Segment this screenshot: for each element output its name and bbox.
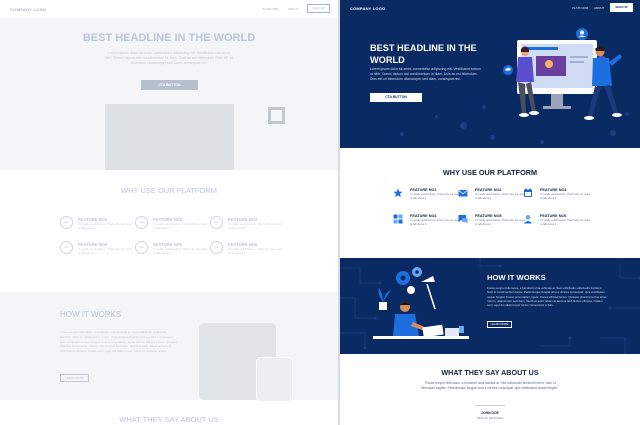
testimonial-author-name: JOHN DOE [481,411,499,415]
hifi-feature-title: FEATURE NO1 [410,188,437,192]
hifi-feature-4: FEATURE NO4 I'm really good feature. Tha… [393,214,463,234]
hifi-feature-5: FEATURE NO5 I'm really good feature. Tha… [458,214,528,234]
hifi-feature-title: FEATURE NO2 [475,188,502,192]
hifi-feature-title: FEATURE NO4 [410,214,437,218]
hifi-feature-desc: I'm really good feature. That's why we n… [410,193,460,200]
wireframe-feature-icon-placeholder: icon [60,241,73,254]
wireframe-how-heading: HOW IT WORKS [60,310,122,319]
hifi-feature-desc: I'm really good feature. That's why we n… [475,219,525,226]
wireframe-feature-6: icon FEATURE NO6 I'm really good feature… [210,241,305,263]
wireframe-feature-icon-placeholder: icon [135,241,148,254]
how-it-works-illustration [373,267,469,339]
wireframe-how-text: Fusce tempor felis lacus, a hendrerit ur… [60,330,178,354]
wireframe-testimonials-heading: WHAT THEY SAY ABOUT US [119,415,219,424]
wireframe-square-placeholder [268,107,285,124]
wireframe-feature-icon-placeholder: icon [60,216,73,229]
wireframe-feature-desc: I'm really good feature. That's why we n… [228,222,282,230]
grid-icon [393,214,403,224]
wireframe-hero-image-placeholder [105,104,234,170]
hifi-feature-desc: I'm really good feature. That's why we n… [410,219,460,226]
wireframe-feature-desc: I'm really good feature. That's why we n… [78,247,132,255]
hifi-feature-1: FEATURE NO1 I'm really good feature. Tha… [393,188,463,208]
wireframe-platform-heading: WHY USE OUR PLATFORM [121,186,217,195]
hifi-how-section: HOW IT WORKS Fusce tempor felis lacus, a… [340,258,640,354]
hifi-how-text: Fusce tempor felis lacus, a hendrerit ur… [487,286,607,308]
hifi-hero-headline-line1: BEST HEADLINE IN THE [370,43,477,53]
wireframe-how-section: HOW IT WORKS Fusce tempor felis lacus, a… [0,292,338,402]
testimonial-author-role: CEO OF GETCASH [476,416,504,420]
hifi-platform-heading: WHY USE OUR PLATFORM [442,168,538,177]
hifi-signup-button[interactable]: SIGN UP [610,3,633,12]
hifi-panel: COMPANY LOGO PLATFORM ABOUT SIGN UP BEST… [340,0,640,425]
wireframe-hero: BEST HEADLINE IN THE WORLD Lorem ipsum d… [0,18,338,170]
hifi-feature-title: FEATURE NO6 [540,214,567,218]
mail-icon [458,190,468,197]
hifi-hero-headline-line2: WORLD [370,55,405,65]
hifi-feature-6: FEATURE NO6 I'm really good feature. Tha… [523,214,593,234]
hifi-testimonials-heading: WHAT THEY SAY ABOUT US [441,368,539,377]
user-icon [524,214,532,224]
hifi-feature-title: FEATURE NO5 [475,214,502,218]
wireframe-feature-desc: I'm really good feature. That's why we n… [228,247,282,255]
chat-icon [458,215,468,224]
hifi-cta-button[interactable]: CTA BUTTON [370,93,422,102]
hifi-company-logo[interactable]: COMPANY LOGO [350,6,385,11]
hifi-feature-3: FEATURE NO3 I'm really good feature. Tha… [523,188,593,208]
wireframe-feature-desc: I'm really good feature. That's why we n… [153,247,207,255]
hifi-hero-headline: BEST HEADLINE IN THE WORLD [370,42,490,66]
hifi-feature-title: FEATURE NO3 [540,188,567,192]
wireframe-hero-subtext: Lorem ipsum dolor sit amet, consectetur … [104,51,234,65]
hifi-feature-desc: I'm really good feature. That's why we n… [540,219,590,226]
star-icon [393,188,403,198]
hifi-hero-subtext: Lorem ipsum dolor sit amet, consectetur … [370,67,481,82]
hifi-learn-more-button[interactable]: LEARN MORE [487,321,512,328]
wireframe-signup-button[interactable]: SIGN UP [307,4,330,13]
wireframe-cta-button[interactable]: CTA BUTTON [141,80,198,90]
hifi-nav-platform[interactable]: PLATFORM [572,6,588,10]
hifi-feature-desc: I'm really good feature. That's why we n… [475,193,525,200]
wireframe-panel: COMPANY LOGO PLATFORM ABOUT SIGN UP BEST… [0,0,338,425]
wireframe-feature-icon-placeholder: icon [210,216,223,229]
wireframe-navbar: COMPANY LOGO PLATFORM ABOUT SIGN UP [0,0,338,18]
testimonial-divider [475,405,505,406]
wireframe-how-phone-placeholder [256,357,293,402]
hifi-how-heading: HOW IT WORKS [487,273,546,282]
hifi-hero: COMPANY LOGO PLATFORM ABOUT SIGN UP BEST… [340,0,640,148]
hero-illustration [503,28,622,120]
wireframe-learn-more-button[interactable]: LEARN MORE [60,374,89,382]
wireframe-company-logo[interactable]: COMPANY LOGO [10,7,47,12]
calendar-icon [524,188,532,197]
wireframe-feature-desc: I'm really good feature. That's why we n… [153,222,207,230]
hifi-platform-section: WHY USE OUR PLATFORM FEATURE NO1 I'm rea… [340,148,640,258]
wireframe-nav-about[interactable]: ABOUT [288,7,298,11]
wireframe-feature-icon-placeholder: icon [210,241,223,254]
hifi-nav-about[interactable]: ABOUT [594,6,604,10]
wireframe-nav-platform[interactable]: PLATFORM [262,7,278,11]
testimonial-quote: "Fusce tempor felis lacus, a hendrerit u… [421,381,559,390]
hifi-feature-2: FEATURE NO2 I'm really good feature. Tha… [458,188,528,208]
wireframe-feature-3: icon FEATURE NO3 I'm really good feature… [210,216,305,238]
hifi-feature-desc: I'm really good feature. That's why we n… [540,193,590,200]
wireframe-feature-icon-placeholder: icon [135,216,148,229]
wireframe-hero-headline: BEST HEADLINE IN THE WORLD [82,32,256,44]
hifi-testimonials-section: WHAT THEY SAY ABOUT US "Fusce tempor fel… [340,354,640,425]
wireframe-feature-desc: I'm really good feature. That's why we n… [78,222,132,230]
